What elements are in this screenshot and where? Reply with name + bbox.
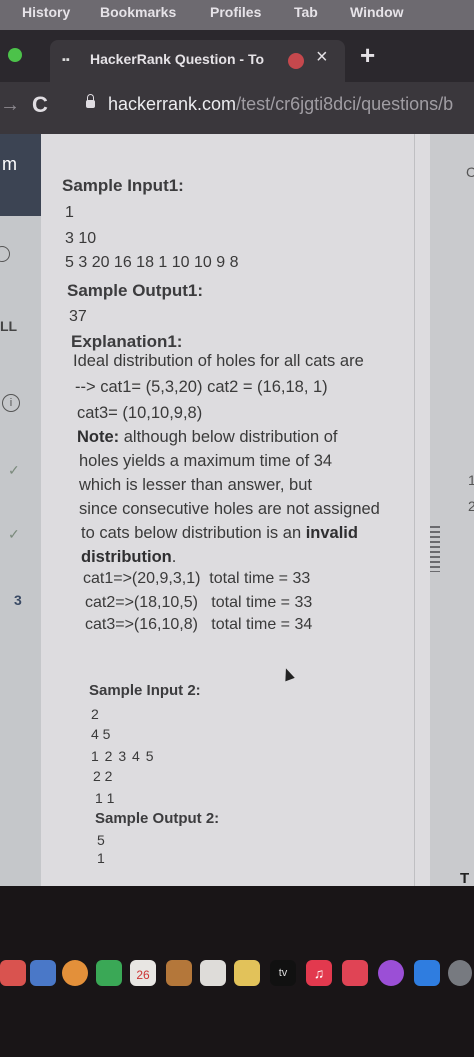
dock-app-icon[interactable] <box>0 960 26 986</box>
note-text: although below distribution of <box>119 428 338 446</box>
cat-line: cat2=>(18,10,5) total time = 33 <box>85 594 313 611</box>
explanation-line: Ideal distribution of holes for all cats… <box>73 352 364 370</box>
note-label: Note: <box>77 428 120 446</box>
right-panel-edge: C 1 2 T <box>430 134 474 887</box>
sample-input2-line: 1 2 3 4 5 <box>91 748 155 764</box>
cat-line: cat1=>(20,9,3,1) total time = 33 <box>83 570 311 587</box>
sample-output1-heading: Sample Output1: <box>67 281 204 300</box>
right-edge-mark: 2 <box>468 498 474 514</box>
cat-line: cat3=>(16,10,8) total time = 34 <box>85 616 313 633</box>
dock-news-icon[interactable] <box>342 960 368 986</box>
note-line: to cats below distribution is an invalid <box>81 524 358 543</box>
sample-input1-line: 3 10 <box>65 230 97 247</box>
dock-notes-icon[interactable] <box>234 960 260 986</box>
menu-profiles[interactable]: Profiles <box>210 4 261 20</box>
sample-input1-heading: Sample Input1: <box>62 176 184 195</box>
sample-input2-line: 1 1 <box>95 790 115 806</box>
dock-tv-icon[interactable]: tv <box>270 960 296 986</box>
right-edge-c: C <box>466 164 474 180</box>
macos-menubar: History Bookmarks Profiles Tab Window <box>0 0 474 30</box>
sample-input2-line: 2 2 <box>93 768 113 784</box>
info-icon[interactable]: i <box>2 394 20 412</box>
lock-icon <box>86 94 95 108</box>
circle-icon[interactable] <box>0 246 10 262</box>
dock-photos-icon[interactable] <box>62 960 88 986</box>
url-host: hackerrank.com <box>108 94 237 114</box>
check-icon: ✓ <box>8 526 20 542</box>
content-divider <box>414 134 415 886</box>
dock-podcasts-icon[interactable] <box>378 960 404 986</box>
right-edge-mark: 1 <box>468 472 474 488</box>
note-line: distribution. <box>81 548 176 567</box>
new-tab-button[interactable]: + <box>360 40 375 71</box>
reload-icon[interactable]: C <box>32 92 48 118</box>
browser-tab[interactable]: ▪▪ HackerRank Question - To × <box>50 40 345 82</box>
menu-history[interactable]: History <box>22 4 70 20</box>
note-text: to cats below distribution is an <box>81 524 306 542</box>
dock-facetime-icon[interactable] <box>96 960 122 986</box>
question-content: Sample Input1: 1 3 10 5 3 20 16 18 1 10 … <box>41 134 430 886</box>
logo-text: m <box>2 154 17 174</box>
mouse-cursor-icon <box>281 666 295 682</box>
hackerrank-favicon-icon: ▪▪ <box>62 54 70 66</box>
sample-output2-heading: Sample Output 2: <box>95 810 220 827</box>
explanation-line: --> cat1= (5,3,20) cat2 = (16,18, 1) <box>75 378 328 396</box>
sample-input2-line: 4 5 <box>91 726 111 742</box>
sidebar-label-ll: LL <box>0 318 18 334</box>
explanation-heading: Explanation1: <box>71 332 183 351</box>
url-field[interactable]: hackerrank.com/test/cr6jgti8dci/question… <box>108 94 474 115</box>
sidebar-logo[interactable]: m <box>0 134 41 216</box>
note-line: holes yields a maximum time of 34 <box>79 452 333 470</box>
address-bar: → C hackerrank.com/test/cr6jgti8dci/ques… <box>0 82 474 134</box>
back-arrow-icon[interactable]: → <box>0 94 20 117</box>
note-distribution: distribution <box>81 548 172 566</box>
dock-reminders-icon[interactable] <box>200 960 226 986</box>
sample-output2-line: 1 <box>97 850 105 866</box>
menu-bookmarks[interactable]: Bookmarks <box>100 4 176 20</box>
dock-appstore-icon[interactable] <box>414 960 440 986</box>
dock-music-icon[interactable]: ♫ <box>306 960 332 986</box>
explanation-line: cat3= (10,10,9,8) <box>77 404 203 422</box>
note-line: since consecutive holes are not assigned <box>79 500 380 518</box>
sample-input1-line: 1 <box>65 204 74 221</box>
tab-title: HackerRank Question - To <box>90 51 265 67</box>
menu-window[interactable]: Window <box>350 4 404 20</box>
tab-recording-icon <box>288 53 304 69</box>
dock-app-icon[interactable] <box>166 960 192 986</box>
sample-output2-line: 5 <box>97 832 105 848</box>
note-line: Note: although below distribution of <box>77 428 337 447</box>
window-zoom-button[interactable] <box>8 48 22 62</box>
url-path: /test/cr6jgti8dci/questions/b <box>236 94 454 114</box>
tab-close-icon[interactable]: × <box>316 46 328 69</box>
left-sidebar: m LL i ✓ ✓ 3 <box>0 134 41 886</box>
note-period: . <box>171 548 177 566</box>
menu-tab[interactable]: Tab <box>294 4 318 20</box>
resize-handle[interactable] <box>430 526 440 572</box>
sample-input2-heading: Sample Input 2: <box>89 682 201 699</box>
dock-calendar-icon[interactable]: 26 <box>130 960 156 986</box>
right-edge-letter: T <box>460 870 470 887</box>
sidebar-question-number[interactable]: 3 <box>14 592 22 608</box>
sample-output1-value: 37 <box>69 308 87 325</box>
dock-preview-icon[interactable] <box>30 960 56 986</box>
sample-input2-line: 2 <box>91 706 99 722</box>
check-icon: ✓ <box>8 462 20 478</box>
sample-input1-line: 5 3 20 16 18 1 10 10 9 8 <box>65 254 239 271</box>
note-invalid: invalid <box>305 524 358 542</box>
note-line: which is lesser than answer, but <box>79 476 312 494</box>
dock-settings-icon[interactable] <box>448 960 472 986</box>
